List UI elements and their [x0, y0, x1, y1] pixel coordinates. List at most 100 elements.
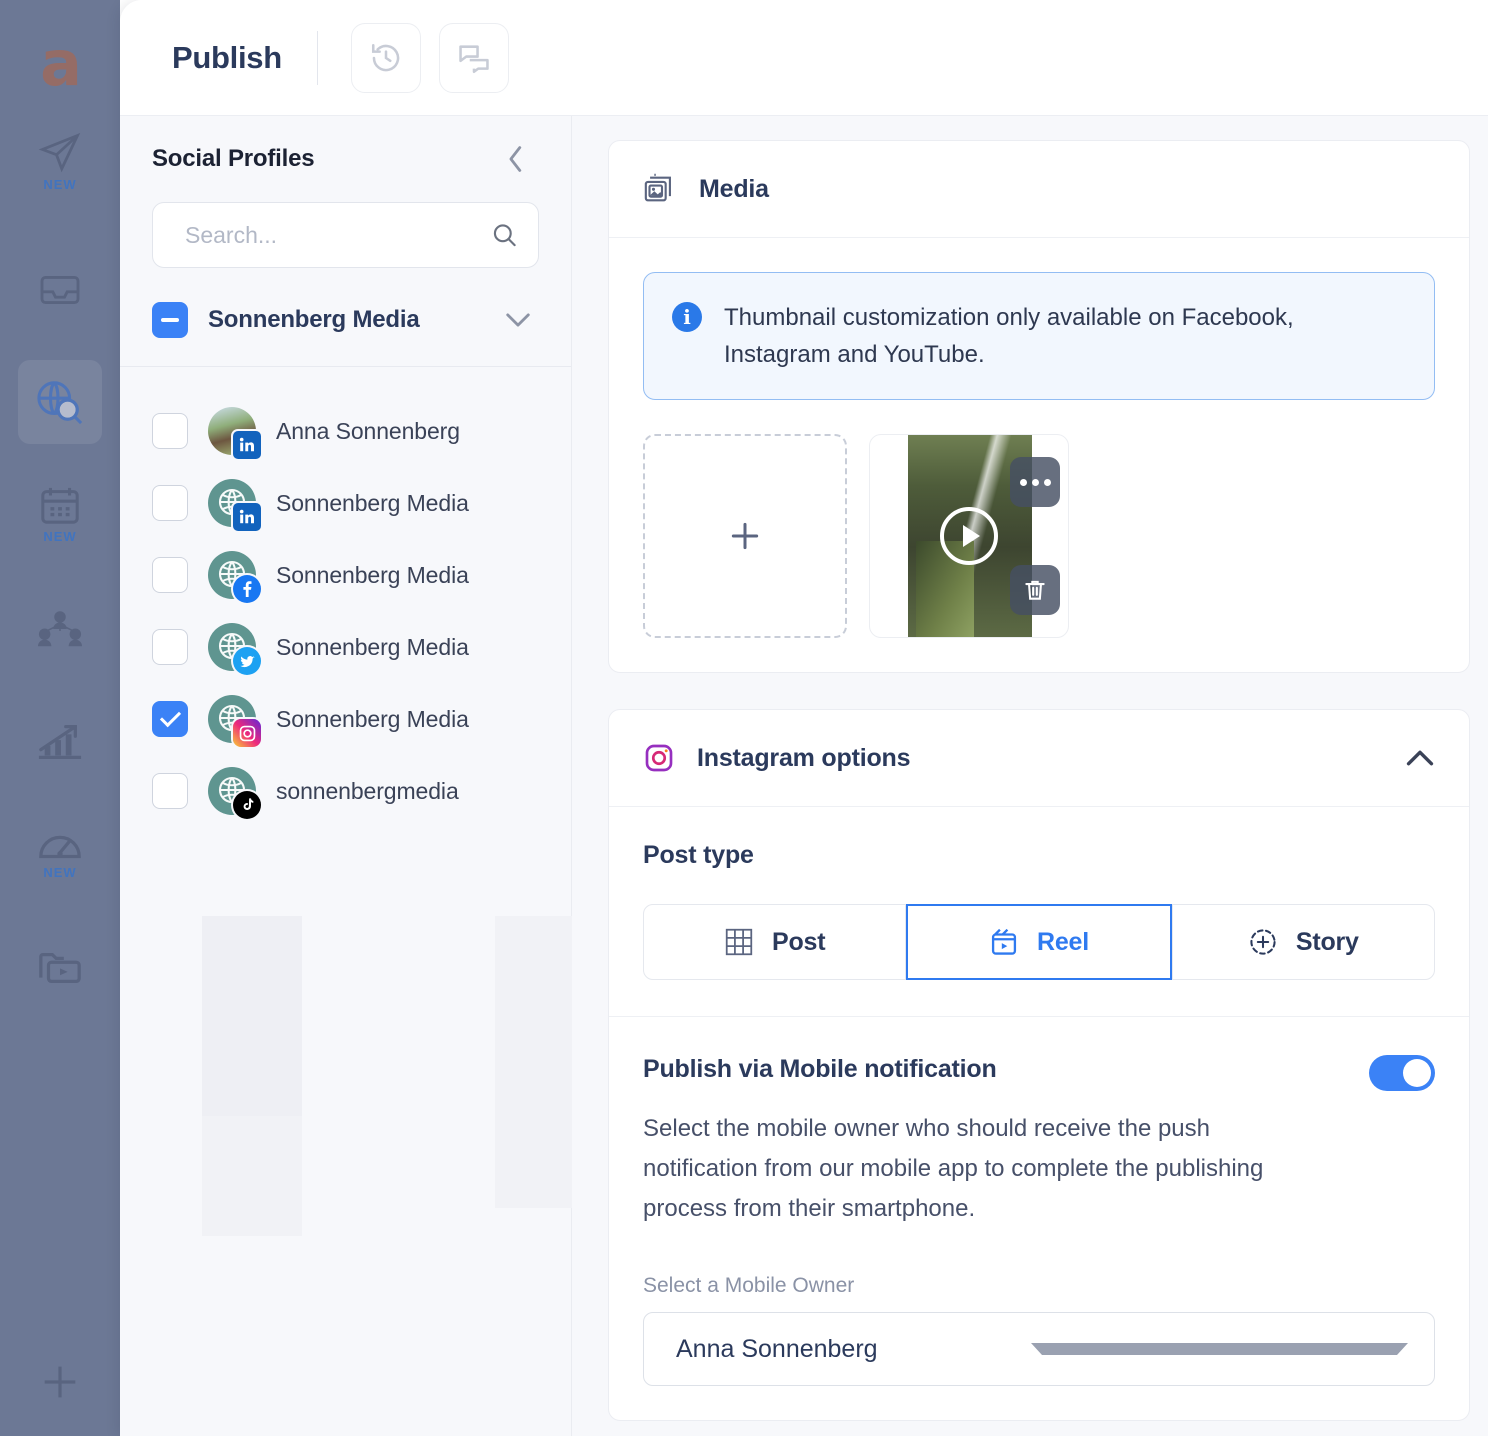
- profile-name: sonnenbergmedia: [276, 777, 459, 804]
- rail-item-calendar[interactable]: NEW: [18, 472, 102, 556]
- mobile-owner-select[interactable]: Anna Sonnenberg: [643, 1312, 1435, 1387]
- mobile-notification-title: Publish via Mobile notification: [643, 1055, 997, 1084]
- collapse-sidebar-button[interactable]: [501, 144, 531, 174]
- rail-badge-new-calendar: NEW: [43, 529, 77, 544]
- comments-button[interactable]: [438, 22, 509, 93]
- add-media-button[interactable]: [643, 434, 847, 639]
- story-plus-icon: [1250, 929, 1276, 955]
- mobile-notification-toggle[interactable]: [1369, 1055, 1435, 1092]
- chevron-up-icon[interactable]: [1405, 748, 1435, 768]
- post-type-story-label: Story: [1295, 927, 1359, 956]
- caret-down-icon: [1031, 1343, 1408, 1356]
- post-type-reel-button[interactable]: Reel: [906, 904, 1172, 981]
- profile-checkbox[interactable]: [152, 485, 188, 521]
- profile-row-sm-facebook[interactable]: Sonnenberg Media: [120, 539, 571, 611]
- section-divider: [609, 1016, 1469, 1018]
- group-label: Sonnenberg Media: [208, 306, 420, 333]
- rail-item-publish[interactable]: NEW: [18, 120, 102, 204]
- rail-item-audience[interactable]: [18, 588, 102, 672]
- search-input[interactable]: [185, 221, 481, 249]
- profile-row-sm-instagram[interactable]: Sonnenberg Media: [120, 683, 571, 755]
- media-thumbnail[interactable]: [869, 434, 1069, 639]
- chevron-down-icon[interactable]: [505, 311, 531, 329]
- search-icon[interactable]: [491, 220, 518, 250]
- play-icon[interactable]: [940, 507, 998, 566]
- analytics-icon: [38, 725, 82, 759]
- profile-group-row[interactable]: Sonnenberg Media: [120, 268, 571, 367]
- reel-icon: [991, 929, 1017, 956]
- calendar-icon: [41, 487, 79, 524]
- composer-content: Media i Thumbnail customization only ava…: [572, 116, 1488, 1436]
- dashboard-gauge-icon: [39, 835, 81, 859]
- profile-row-sm-twitter[interactable]: Sonnenberg Media: [120, 611, 571, 683]
- facebook-badge-icon: [233, 575, 261, 603]
- profile-checkbox[interactable]: [152, 773, 188, 809]
- instagram-icon: [645, 745, 673, 772]
- more-options-button[interactable]: [1010, 457, 1060, 508]
- profile-row-sm-linkedin[interactable]: Sonnenberg Media: [120, 467, 571, 539]
- profile-checkbox[interactable]: [152, 629, 188, 665]
- avatar: [208, 551, 261, 603]
- history-button[interactable]: [350, 22, 421, 93]
- post-type-reel-label: Reel: [1036, 927, 1089, 956]
- instagram-card-header[interactable]: Instagram options: [609, 710, 1469, 808]
- linkedin-icon: [239, 509, 254, 524]
- media-title: Media: [699, 174, 769, 203]
- post-type-story-button[interactable]: Story: [1171, 904, 1435, 981]
- post-type-segmented-control: Post Reel Story: [643, 904, 1435, 981]
- media-card-body: i Thumbnail customization only available…: [609, 238, 1469, 672]
- delete-media-button[interactable]: [1010, 565, 1060, 616]
- mobile-owner-label: Select a Mobile Owner: [643, 1274, 855, 1298]
- linkedin-badge-icon: [233, 431, 261, 459]
- trash-icon: [1025, 581, 1045, 601]
- post-type-label: Post type: [643, 841, 754, 870]
- profile-row-anna-linkedin[interactable]: Anna Sonnenberg: [120, 395, 571, 467]
- plus-icon: [731, 523, 759, 550]
- instagram-options-card: Instagram options Post type Post Reel St…: [608, 709, 1470, 1422]
- rail-item-analytics[interactable]: [18, 700, 102, 784]
- main-window: Publish Social Profiles Search... Sonnen…: [120, 0, 1488, 1436]
- facebook-icon: [243, 581, 252, 597]
- plus-icon: [44, 1366, 76, 1398]
- chevron-left-icon: [509, 146, 522, 172]
- skeleton-placeholders: [120, 886, 572, 1306]
- toggle-knob: [1403, 1059, 1431, 1088]
- app-logo[interactable]: a: [0, 28, 120, 100]
- primary-nav-rail: a NEW NEW NEW: [0, 0, 120, 1436]
- instagram-badge-icon: [233, 719, 261, 747]
- publish-icon: [38, 132, 81, 173]
- profile-row-sm-tiktok[interactable]: sonnenbergmedia: [120, 755, 571, 827]
- media-card-header: Media: [609, 141, 1469, 238]
- rail-badge-new: NEW: [43, 177, 77, 192]
- search-box[interactable]: [152, 202, 539, 268]
- media-card: Media i Thumbnail customization only ava…: [608, 140, 1470, 674]
- mobile-notification-description: Select the mobile owner who should recei…: [643, 1115, 1264, 1222]
- twitter-badge-icon: [233, 647, 261, 675]
- tiktok-icon: [243, 798, 254, 810]
- group-checkbox[interactable]: [152, 302, 188, 338]
- linkedin-badge-icon: [233, 503, 261, 531]
- profile-checkbox[interactable]: [152, 557, 188, 593]
- linkedin-icon: [239, 437, 254, 452]
- profile-name: Sonnenberg Media: [276, 705, 469, 732]
- rail-item-media-library[interactable]: [18, 926, 102, 1010]
- toolbar-divider: [316, 30, 318, 85]
- listening-globe-search-icon: [37, 381, 83, 425]
- post-type-post-button[interactable]: Post: [643, 904, 907, 981]
- social-profiles-header: Social Profiles: [120, 116, 571, 174]
- avatar: [208, 623, 261, 675]
- app-logo-letter: a: [40, 27, 82, 100]
- app-root: a NEW NEW NEW Publish Social Profiles Se…: [0, 0, 1488, 1436]
- avatar: [208, 479, 261, 531]
- media-items-row: [643, 434, 1435, 639]
- profile-checkbox[interactable]: [152, 413, 188, 449]
- add-new-button[interactable]: [18, 1340, 102, 1424]
- images-icon: [644, 173, 671, 202]
- rail-item-dashboard[interactable]: NEW: [18, 812, 102, 896]
- media-library-icon: [39, 952, 81, 984]
- rail-item-listening[interactable]: [18, 360, 102, 444]
- rail-item-inbox[interactable]: [18, 248, 102, 332]
- instagram-icon: [239, 725, 255, 741]
- profile-checkbox[interactable]: [152, 701, 188, 737]
- avatar: [208, 695, 261, 747]
